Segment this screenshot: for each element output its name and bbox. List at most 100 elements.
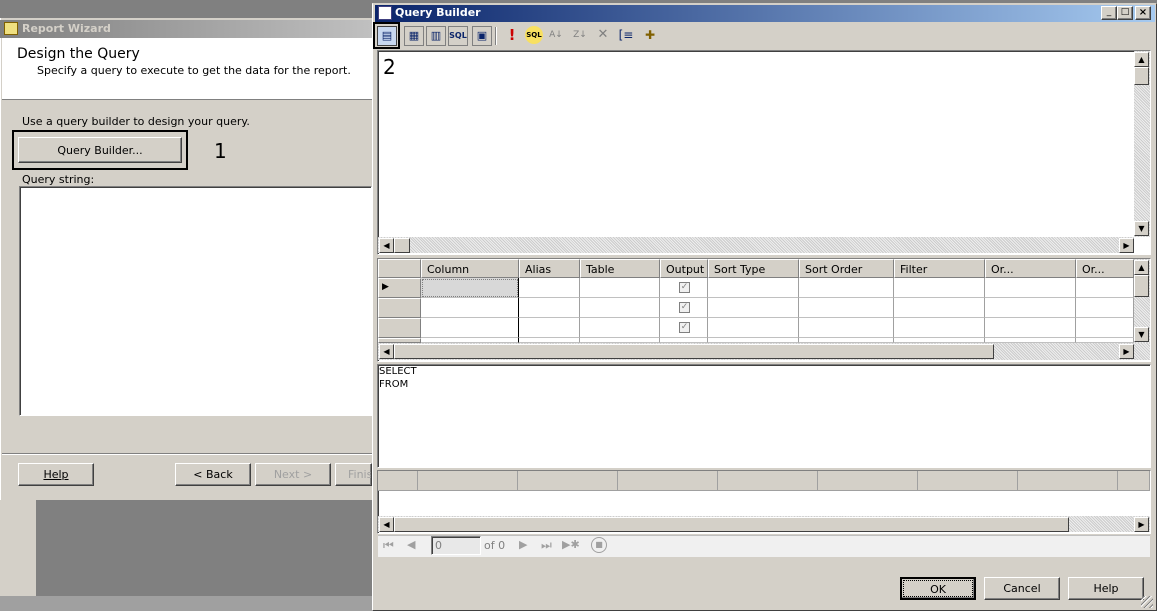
help-button[interactable]: Help: [1068, 577, 1144, 600]
criteria-cell[interactable]: [421, 298, 519, 318]
diagram-scroll-right-icon[interactable]: ▶: [1119, 238, 1134, 253]
criteria-row-selector[interactable]: [378, 318, 421, 338]
criteria-column-header[interactable]: Alias: [519, 259, 580, 278]
criteria-cell[interactable]: [1076, 278, 1134, 298]
results-column-header[interactable]: [1118, 471, 1150, 491]
cancel-button[interactable]: Cancel: [984, 577, 1060, 600]
criteria-cell[interactable]: ✓: [660, 318, 708, 338]
wizard-finish-button[interactable]: Finis: [335, 463, 372, 486]
toggle-criteria-pane-icon[interactable]: ▦: [404, 26, 424, 46]
add-table-icon[interactable]: ✚: [641, 26, 659, 44]
query-string-textarea[interactable]: [19, 186, 372, 416]
output-checkbox[interactable]: ✓: [679, 322, 690, 333]
results-column-header[interactable]: [818, 471, 918, 491]
ok-button[interactable]: OK: [900, 577, 976, 600]
diagram-scroll-thumb[interactable]: [1134, 67, 1149, 85]
remove-filter-icon[interactable]: ✕: [594, 26, 612, 44]
nav-position-input[interactable]: 0: [431, 536, 481, 555]
results-column-header[interactable]: [718, 471, 818, 491]
criteria-scroll-right-icon[interactable]: ▶: [1119, 344, 1134, 359]
criteria-column-header[interactable]: Sort Order: [799, 259, 894, 278]
criteria-cell[interactable]: [985, 298, 1076, 318]
output-checkbox[interactable]: ✓: [679, 282, 690, 293]
resize-grip-icon[interactable]: [1141, 596, 1153, 608]
query-builder-button[interactable]: Query Builder...: [18, 137, 182, 163]
results-hscroll-thumb[interactable]: [394, 517, 1069, 532]
criteria-cell[interactable]: [708, 278, 799, 298]
results-column-header[interactable]: [518, 471, 618, 491]
results-scroll-left-icon[interactable]: ◀: [379, 517, 394, 532]
sort-ascending-icon[interactable]: A↓: [547, 26, 565, 44]
criteria-cell[interactable]: [894, 298, 985, 318]
sort-descending-icon[interactable]: Z↓: [571, 26, 589, 44]
criteria-cell[interactable]: [799, 298, 894, 318]
sql-pane[interactable]: [377, 364, 1151, 468]
maximize-button[interactable]: □: [1117, 6, 1133, 20]
results-column-header[interactable]: [918, 471, 1018, 491]
criteria-cell[interactable]: [894, 278, 985, 298]
diagram-scroll-up-icon[interactable]: ▲: [1134, 52, 1149, 67]
criteria-scroll-up-icon[interactable]: ▲: [1134, 260, 1149, 275]
query-builder-titlebar[interactable]: Query Builder: [375, 5, 1155, 22]
results-column-header[interactable]: [618, 471, 718, 491]
criteria-cell[interactable]: [708, 298, 799, 318]
criteria-cell[interactable]: [894, 318, 985, 338]
nav-first-icon[interactable]: ⏮: [383, 538, 394, 553]
criteria-cell[interactable]: [1076, 298, 1134, 318]
criteria-column-header[interactable]: Filter: [894, 259, 985, 278]
wizard-back-button[interactable]: < Back: [175, 463, 251, 486]
criteria-cell[interactable]: [580, 278, 660, 298]
criteria-cell[interactable]: [519, 318, 580, 338]
close-button[interactable]: ×: [1135, 6, 1151, 20]
toggle-results-pane-icon[interactable]: SQL: [448, 26, 468, 46]
criteria-cell[interactable]: [985, 278, 1076, 298]
criteria-column-header[interactable]: Table: [580, 259, 660, 278]
diagram-scroll-down-icon[interactable]: ▼: [1134, 221, 1149, 236]
diagram-pane[interactable]: [377, 50, 1151, 255]
nav-next-icon[interactable]: ▶: [519, 538, 527, 551]
wizard-help-button[interactable]: Help: [18, 463, 94, 486]
criteria-cell[interactable]: [519, 298, 580, 318]
criteria-row-selector[interactable]: [378, 298, 421, 318]
criteria-cell[interactable]: ✓: [660, 298, 708, 318]
criteria-scroll-thumb[interactable]: [1134, 275, 1149, 297]
diagram-scroll-left-icon[interactable]: ◀: [379, 238, 394, 253]
criteria-column-header[interactable]: Or...: [985, 259, 1076, 278]
diagram-hscrollbar[interactable]: [378, 237, 1134, 253]
criteria-cell[interactable]: [708, 318, 799, 338]
nav-previous-icon[interactable]: ◀: [407, 538, 415, 551]
nav-last-icon[interactable]: ⏭: [541, 538, 552, 553]
minimize-button[interactable]: _: [1101, 6, 1117, 20]
criteria-cell[interactable]: [519, 278, 580, 298]
nav-new-row-icon[interactable]: ▶✱: [562, 538, 580, 551]
criteria-scroll-down-icon[interactable]: ▼: [1134, 327, 1149, 342]
criteria-column-header[interactable]: Output: [660, 259, 708, 278]
criteria-cell[interactable]: [985, 318, 1076, 338]
results-column-header[interactable]: [378, 471, 418, 491]
verify-sql-icon[interactable]: SQL: [525, 26, 543, 44]
execute-sql-icon[interactable]: !: [503, 26, 521, 44]
criteria-column-header[interactable]: Column: [421, 259, 519, 278]
criteria-scroll-left-icon[interactable]: ◀: [379, 344, 394, 359]
criteria-column-header[interactable]: Or...: [1076, 259, 1134, 278]
diagram-hscroll-thumb[interactable]: [394, 238, 410, 253]
criteria-cell[interactable]: [1076, 318, 1134, 338]
wizard-next-button[interactable]: Next >: [255, 463, 331, 486]
results-column-header[interactable]: [1018, 471, 1118, 491]
toggle-diagram-pane-icon[interactable]: ▤: [377, 26, 397, 46]
nav-stop-icon[interactable]: ■: [591, 537, 607, 553]
results-column-header[interactable]: [418, 471, 518, 491]
toggle-sql-pane-icon[interactable]: ▥: [426, 26, 446, 46]
report-wizard-titlebar[interactable]: Report Wizard: [0, 20, 372, 38]
toggle-results-grid-icon[interactable]: ▣: [472, 26, 492, 46]
criteria-cell[interactable]: [421, 318, 519, 338]
criteria-column-header[interactable]: Sort Type: [708, 259, 799, 278]
criteria-hscroll-thumb[interactable]: [394, 344, 994, 359]
criteria-cell[interactable]: [799, 318, 894, 338]
use-group-by-icon[interactable]: [≡: [617, 26, 635, 44]
criteria-row-selector[interactable]: ▶: [378, 278, 421, 298]
criteria-cell[interactable]: [580, 298, 660, 318]
criteria-cell[interactable]: [421, 278, 519, 298]
criteria-cell[interactable]: [799, 278, 894, 298]
results-scroll-right-icon[interactable]: ▶: [1134, 517, 1149, 532]
